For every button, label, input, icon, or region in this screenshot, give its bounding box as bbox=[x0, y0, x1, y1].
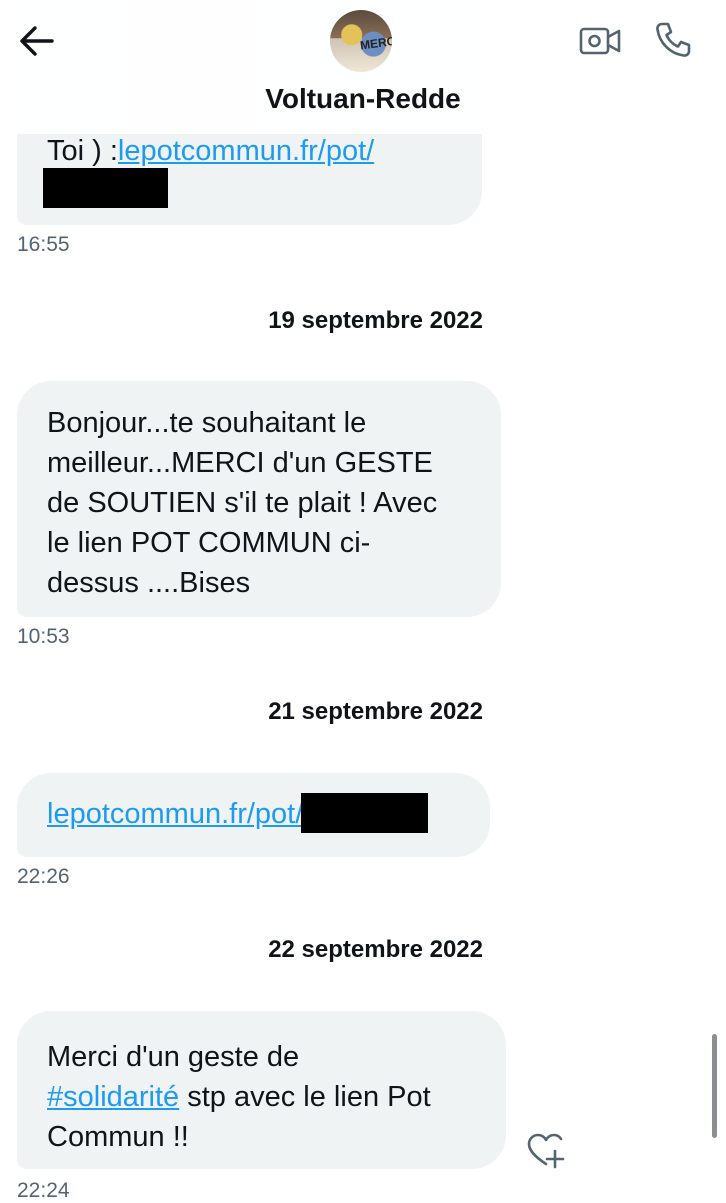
message-line: le lien POT COMMUN ci- bbox=[47, 527, 371, 559]
message-bubble[interactable]: Bonjour...te souhaitant le meilleur...ME… bbox=[17, 381, 501, 617]
message-line: Bonjour...te souhaitant le bbox=[47, 407, 367, 439]
message-text: Toi ) :lepotcommun.fr/pot/ bbox=[47, 135, 375, 167]
message-line: Merci d'un geste de bbox=[47, 1041, 300, 1073]
redaction-block bbox=[301, 793, 429, 833]
contact-name[interactable]: Voltuan-Redde bbox=[0, 83, 726, 115]
message-link[interactable]: lepotcommun.fr/pot/ bbox=[47, 798, 303, 830]
add-reaction-icon[interactable] bbox=[526, 1131, 566, 1171]
date-separator: 21 septembre 2022 bbox=[268, 698, 483, 725]
date-separator: 22 septembre 2022 bbox=[268, 936, 483, 963]
message-line: #solidarité stp avec le lien Pot bbox=[47, 1077, 476, 1117]
message-bubble[interactable]: Merci d'un geste de #solidarité stp avec… bbox=[17, 1011, 506, 1169]
message-line: meilleur...MERCI d'un GESTE bbox=[47, 447, 433, 479]
message-thread[interactable]: Toi ) :lepotcommun.fr/pot/ 16:55 19 sept… bbox=[0, 0, 726, 1202]
message-line: de SOUTIEN s'il te plait ! Avec bbox=[47, 487, 438, 519]
conversation-header: MERCI Voltuan-Redde bbox=[0, 0, 726, 134]
redaction-block bbox=[43, 168, 168, 208]
message-timestamp: 16:55 bbox=[17, 233, 70, 256]
message-line: Commun !! bbox=[47, 1121, 189, 1153]
message-text: stp avec le lien Pot bbox=[179, 1081, 431, 1113]
message-line: dessus ....Bises bbox=[47, 567, 251, 599]
message-bubble[interactable]: lepotcommun.fr/pot/ bbox=[17, 773, 490, 857]
arrow-left-icon[interactable] bbox=[18, 22, 56, 60]
scrollbar[interactable] bbox=[712, 1034, 717, 1138]
phone-call-icon[interactable] bbox=[653, 20, 693, 60]
message-timestamp: 10:53 bbox=[17, 625, 70, 648]
message-timestamp: 22:26 bbox=[17, 865, 70, 888]
avatar[interactable]: MERCI bbox=[330, 10, 392, 72]
message-timestamp: 22:24 bbox=[17, 1179, 70, 1202]
video-call-icon[interactable] bbox=[579, 22, 621, 60]
hashtag-link[interactable]: #solidarité bbox=[47, 1081, 179, 1113]
avatar-text: MERCI bbox=[359, 33, 392, 53]
date-separator: 19 septembre 2022 bbox=[268, 307, 483, 334]
message-link[interactable]: lepotcommun.fr/pot/ bbox=[118, 135, 374, 167]
